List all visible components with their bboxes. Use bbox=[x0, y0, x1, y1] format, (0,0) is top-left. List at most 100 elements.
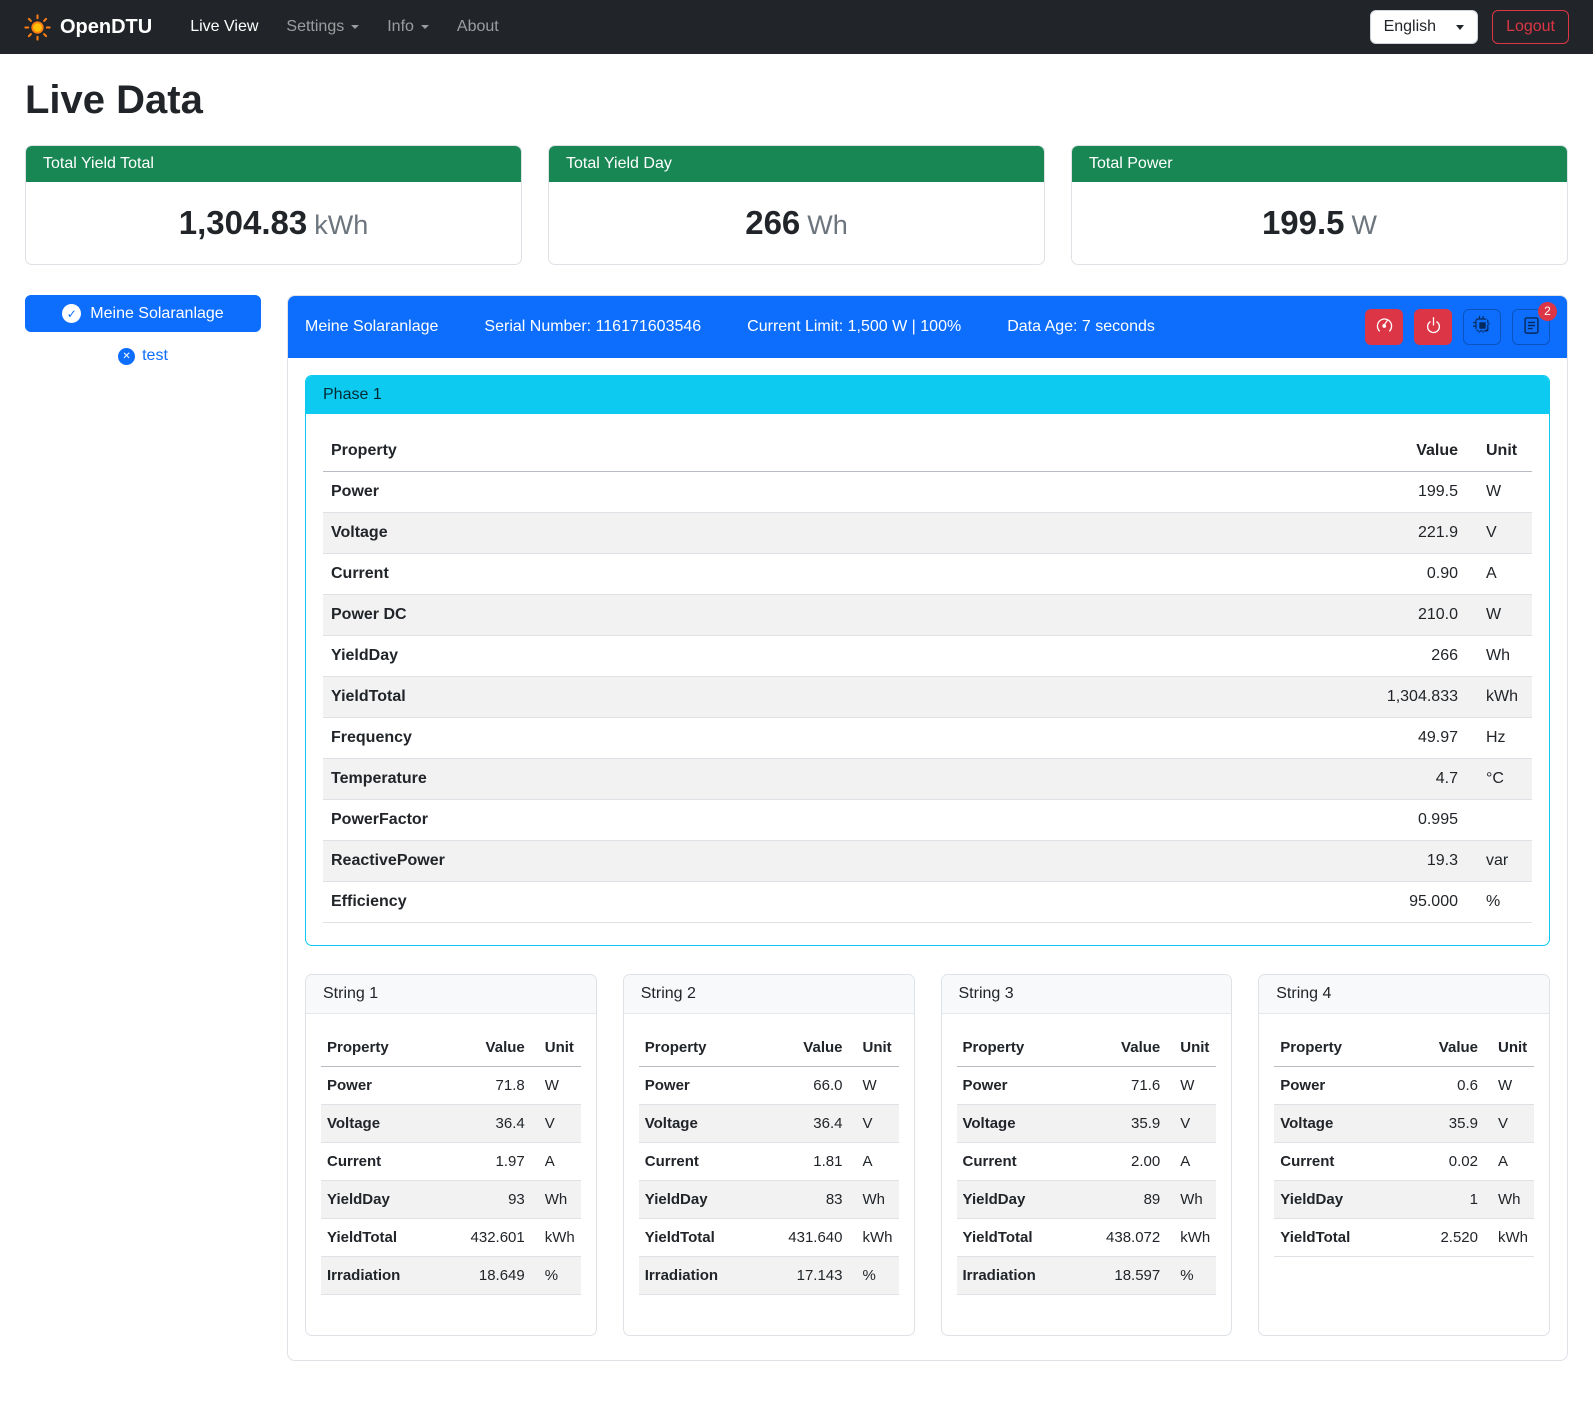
table-row: Power 66.0 W bbox=[639, 1067, 899, 1105]
event-log-button[interactable]: 2 bbox=[1512, 309, 1550, 345]
value-cell: 49.97 bbox=[1356, 718, 1466, 759]
power-icon bbox=[1424, 316, 1443, 338]
chevron-down-icon bbox=[351, 25, 359, 29]
nav-links: Live View Settings Info About bbox=[178, 10, 511, 44]
nav-item-settings[interactable]: Settings bbox=[274, 10, 371, 44]
unit-cell: W bbox=[1166, 1067, 1216, 1105]
phase-title: Phase 1 bbox=[306, 376, 1549, 414]
table-header-row: Property Value Unit bbox=[321, 1029, 581, 1067]
nav-item-label: About bbox=[457, 18, 499, 36]
x-circle-icon: ✕ bbox=[118, 348, 135, 365]
panel-header-buttons: 2 bbox=[1365, 309, 1550, 345]
table-row: Power 199.5 W bbox=[323, 472, 1532, 513]
value-cell: 36.4 bbox=[463, 1105, 531, 1143]
summary-card-value-row: 266Wh bbox=[549, 182, 1044, 264]
value-cell: 71.8 bbox=[463, 1067, 531, 1105]
table-row: Current 1.97 A bbox=[321, 1143, 581, 1181]
nav-item-live-view[interactable]: Live View bbox=[178, 10, 270, 44]
unit-header: Unit bbox=[1466, 431, 1532, 472]
brand[interactable]: OpenDTU bbox=[24, 14, 152, 41]
value-cell: 4.7 bbox=[1356, 759, 1466, 800]
property-cell: Current bbox=[323, 554, 1356, 595]
summary-card-value-row: 199.5W bbox=[1072, 182, 1567, 264]
property-cell: YieldTotal bbox=[1274, 1219, 1416, 1257]
check-circle-icon: ✓ bbox=[62, 304, 81, 323]
device-info-button[interactable] bbox=[1463, 309, 1501, 345]
value-cell: 35.9 bbox=[1416, 1105, 1484, 1143]
property-header: Property bbox=[321, 1029, 463, 1067]
property-cell: Voltage bbox=[323, 513, 1356, 554]
unit-cell: W bbox=[1466, 472, 1532, 513]
phase-body: Property Value Unit Power bbox=[306, 414, 1549, 945]
table-row: Power 0.6 W bbox=[1274, 1067, 1534, 1105]
unit-cell: Wh bbox=[1484, 1181, 1534, 1219]
summary-cards: Total Yield Total 1,304.83kWh Total Yiel… bbox=[25, 145, 1568, 265]
summary-card-header: Total Power bbox=[1072, 146, 1567, 182]
property-cell: YieldDay bbox=[321, 1181, 463, 1219]
table-row: Power DC 210.0 W bbox=[323, 595, 1532, 636]
table-row: Irradiation 18.649 % bbox=[321, 1257, 581, 1295]
unit-cell: A bbox=[849, 1143, 899, 1181]
table-row: Frequency 49.97 Hz bbox=[323, 718, 1532, 759]
table-row: Voltage 36.4 V bbox=[639, 1105, 899, 1143]
nav-item-about[interactable]: About bbox=[445, 10, 511, 44]
language-select[interactable]: English bbox=[1370, 10, 1478, 44]
property-header: Property bbox=[957, 1029, 1099, 1067]
table-row: YieldDay 93 Wh bbox=[321, 1181, 581, 1219]
unit-cell: % bbox=[849, 1257, 899, 1295]
property-cell: Voltage bbox=[639, 1105, 781, 1143]
string-title: String 1 bbox=[306, 975, 596, 1014]
string-card-2: String 2 Property Value Unit bbox=[623, 974, 915, 1336]
nav-item-info[interactable]: Info bbox=[375, 10, 441, 44]
unit-cell: Wh bbox=[849, 1181, 899, 1219]
property-cell: Voltage bbox=[957, 1105, 1099, 1143]
summary-unit: W bbox=[1352, 210, 1377, 240]
cpu-icon bbox=[1473, 316, 1492, 338]
table-header-row: Property Value Unit bbox=[1274, 1029, 1534, 1067]
property-cell: Temperature bbox=[323, 759, 1356, 800]
table-row: PowerFactor 0.995 bbox=[323, 800, 1532, 841]
string-table: Property Value Unit Power bbox=[321, 1029, 581, 1295]
unit-cell: Hz bbox=[1466, 718, 1532, 759]
value-cell: 18.597 bbox=[1098, 1257, 1166, 1295]
value-cell: 1.81 bbox=[781, 1143, 849, 1181]
phase-card: Phase 1 Property Value Unit bbox=[305, 375, 1550, 946]
value-cell: 0.995 bbox=[1356, 800, 1466, 841]
table-row: Voltage 35.9 V bbox=[1274, 1105, 1534, 1143]
string-card-4: String 4 Property Value Unit bbox=[1258, 974, 1550, 1336]
logout-button[interactable]: Logout bbox=[1492, 10, 1569, 44]
table-row: YieldDay 1 Wh bbox=[1274, 1181, 1534, 1219]
summary-card-value-row: 1,304.83kWh bbox=[26, 182, 521, 264]
summary-value: 266 bbox=[745, 204, 800, 241]
value-cell: 1.97 bbox=[463, 1143, 531, 1181]
limit-settings-button[interactable] bbox=[1365, 309, 1403, 345]
table-row: Power 71.8 W bbox=[321, 1067, 581, 1105]
table-row: Temperature 4.7 °C bbox=[323, 759, 1532, 800]
inverter-select-button[interactable]: ✓ Meine Solaranlage bbox=[25, 295, 261, 332]
inverter-item-test[interactable]: ✕ test bbox=[25, 347, 261, 365]
power-button[interactable] bbox=[1414, 309, 1452, 345]
property-cell: Power bbox=[957, 1067, 1099, 1105]
unit-cell: kWh bbox=[849, 1219, 899, 1257]
string-card-3: String 3 Property Value Unit bbox=[941, 974, 1233, 1336]
property-cell: YieldTotal bbox=[321, 1219, 463, 1257]
unit-cell: W bbox=[849, 1067, 899, 1105]
string-title: String 2 bbox=[624, 975, 914, 1014]
unit-cell: A bbox=[1484, 1143, 1534, 1181]
table-row: YieldTotal 431.640 kWh bbox=[639, 1219, 899, 1257]
summary-unit: Wh bbox=[807, 210, 848, 240]
table-row: YieldTotal 432.601 kWh bbox=[321, 1219, 581, 1257]
value-cell: 199.5 bbox=[1356, 472, 1466, 513]
unit-cell: A bbox=[1466, 554, 1532, 595]
value-cell: 89 bbox=[1098, 1181, 1166, 1219]
value-cell: 1,304.833 bbox=[1356, 677, 1466, 718]
main-content: Live Data Total Yield Total 1,304.83kWh … bbox=[0, 54, 1593, 1401]
property-cell: PowerFactor bbox=[323, 800, 1356, 841]
nav-item-label: Settings bbox=[286, 18, 344, 36]
value-cell: 2.00 bbox=[1098, 1143, 1166, 1181]
property-header: Property bbox=[1274, 1029, 1416, 1067]
phase-table: Property Value Unit Power bbox=[323, 431, 1532, 923]
string-title: String 3 bbox=[942, 975, 1232, 1014]
data-age: Data Age: 7 seconds bbox=[1007, 318, 1155, 336]
table-row: Efficiency 95.000 % bbox=[323, 882, 1532, 923]
